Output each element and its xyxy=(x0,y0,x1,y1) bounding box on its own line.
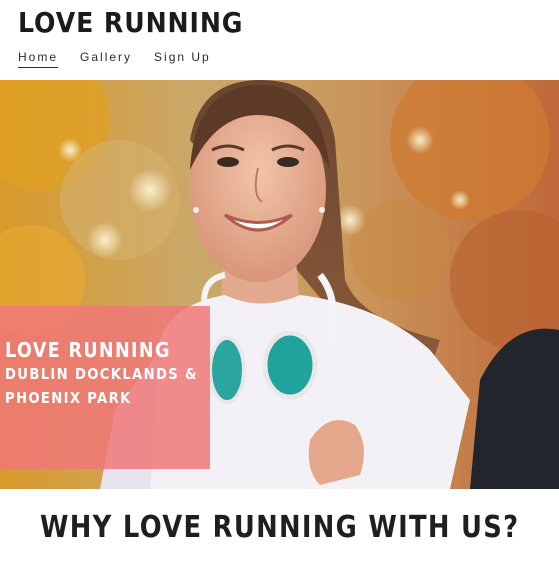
nav-home[interactable]: Home xyxy=(18,50,59,68)
hero-overlay-box: LOVE RUNNING DUBLIN DOCKLANDS & PHOENIX … xyxy=(0,306,210,469)
site-logo-text[interactable]: LOVE RUNNING xyxy=(18,6,243,39)
hero-overlay-location-line1: DUBLIN DOCKLANDS & xyxy=(5,365,198,383)
hero-banner: LOVE RUNNING DUBLIN DOCKLANDS & PHOENIX … xyxy=(0,80,559,489)
nav-sign-up[interactable]: Sign Up xyxy=(154,50,211,67)
page: LOVE RUNNING Home Gallery Sign Up LOVE R… xyxy=(0,0,559,566)
nav-gallery[interactable]: Gallery xyxy=(80,50,132,67)
site-header: LOVE RUNNING Home Gallery Sign Up xyxy=(0,0,559,80)
hero-overlay-title: LOVE RUNNING xyxy=(5,338,171,362)
main-nav: Home Gallery Sign Up xyxy=(18,50,211,68)
section-heading-text: WHY LOVE RUNNING WITH US? xyxy=(39,510,520,545)
section-heading: WHY LOVE RUNNING WITH US? xyxy=(0,510,559,545)
hero-overlay-text: LOVE RUNNING DUBLIN DOCKLANDS & PHOENIX … xyxy=(5,338,198,410)
hero-overlay-location-line2: PHOENIX PARK xyxy=(5,389,132,407)
